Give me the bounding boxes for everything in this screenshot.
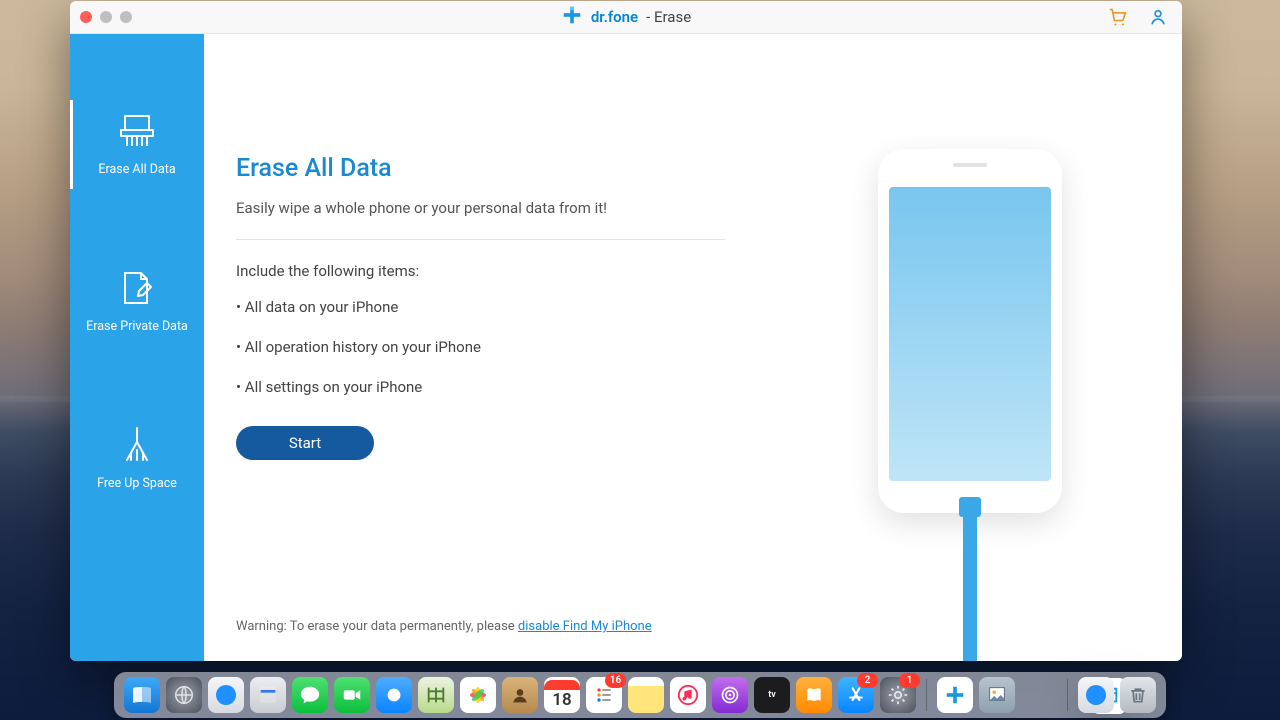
sidebar-item-erase-private-data[interactable]: Erase Private Data [70,269,204,334]
list-item: All data on your iPhone [236,298,725,316]
sidebar-item-label: Erase All Data [94,162,179,177]
dock-contacts-icon[interactable] [502,677,538,713]
dock-music-icon[interactable] [670,677,706,713]
dock-separator [926,679,927,711]
dock-photos-icon[interactable] [460,677,496,713]
include-label: Include the following items: [236,262,725,280]
dock-settings-icon[interactable]: 1 [880,677,916,713]
disable-find-my-iphone-link[interactable]: disable Find My iPhone [518,619,652,634]
dock-podcasts-icon[interactable] [712,677,748,713]
calendar-day: 18 [552,690,571,710]
phone-speaker [953,163,987,167]
phone-screen [889,187,1051,481]
sidebar-item-erase-all-data[interactable]: Erase All Data [70,112,204,177]
titlebar: dr.fone - Erase [70,1,1182,34]
dock-drfone-icon[interactable] [937,677,973,713]
dock-trash-icon[interactable] [1120,677,1156,713]
dock-notes-icon[interactable] [628,677,664,713]
document-erase-icon [119,269,155,307]
calendar-month: JUN [544,680,580,690]
window-minimize-button[interactable] [100,11,112,23]
app-window: dr.fone - Erase [70,1,1182,661]
cart-icon[interactable] [1108,7,1128,27]
dock-messages-icon[interactable] [292,677,328,713]
dock-safari-icon[interactable] [208,677,244,713]
dock-calendar-icon[interactable]: JUN 18 [544,677,580,713]
dock-container: JUN 18 16 tv 2 1 [0,672,1280,718]
sidebar-item-free-up-space[interactable]: Free Up Space [70,426,204,491]
dock-download-icon[interactable] [1078,677,1114,713]
appstore-badge: 2 [857,673,878,688]
start-button[interactable]: Start [236,426,374,460]
dock-finder-icon[interactable] [124,677,160,713]
dock-books-icon[interactable] [796,677,832,713]
account-icon[interactable] [1148,7,1168,27]
app-title: dr.fone - Erase [561,4,691,30]
settings-badge: 1 [899,673,920,688]
brand-name: dr.fone [591,8,638,26]
app-body: Erase All Data Erase Private Data [70,34,1182,661]
window-maximize-button[interactable] [120,11,132,23]
list-item: All operation history on your iPhone [236,338,725,356]
sidebar: Erase All Data Erase Private Data [70,34,204,661]
dock-facetime-icon[interactable] [334,677,370,713]
dock-tv-icon[interactable]: tv [754,677,790,713]
main-area: Erase All Data Easily wipe a whole phone… [204,34,1182,661]
dock-separator [1067,679,1068,711]
shredder-icon [117,112,157,150]
dock: JUN 18 16 tv 2 1 [114,672,1166,718]
module-name: - Erase [646,8,691,26]
window-controls [80,1,132,33]
dock-appstore-icon[interactable]: 2 [838,677,874,713]
content-panel: Erase All Data Easily wipe a whole phone… [204,34,757,661]
warning-prefix: Warning: To erase your data permanently,… [236,619,518,634]
dock-maps-icon[interactable] [418,677,454,713]
dock-blue-app-icon[interactable] [376,677,412,713]
device-visual [757,34,1182,661]
dock-mail-icon[interactable] [250,677,286,713]
page-title: Erase All Data [236,154,725,183]
sidebar-item-label: Erase Private Data [82,319,192,334]
app-logo-icon [561,4,583,30]
list-item: All settings on your iPhone [236,378,725,396]
reminders-badge: 16 [605,673,626,688]
phone-illustration [878,149,1062,513]
dock-launchpad-icon[interactable] [166,677,202,713]
divider [236,239,725,240]
window-close-button[interactable] [80,11,92,23]
dock-preview-icon[interactable] [979,677,1015,713]
broom-icon [119,426,155,464]
warning-text: Warning: To erase your data permanently,… [236,619,652,634]
usb-cable [963,513,977,661]
include-list: All data on your iPhone All operation hi… [236,298,725,396]
page-subtitle: Easily wipe a whole phone or your person… [236,199,725,217]
dock-reminders-icon[interactable]: 16 [586,677,622,713]
sidebar-item-label: Free Up Space [93,476,181,491]
